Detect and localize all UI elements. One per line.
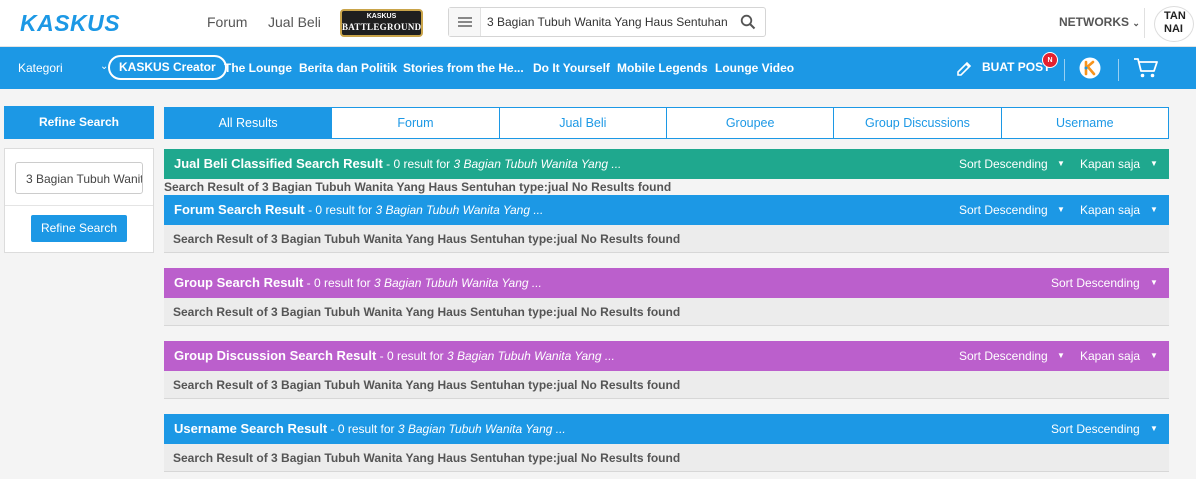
tab-forum[interactable]: Forum bbox=[332, 107, 500, 139]
result-title: Group Search Result - 0 result for 3 Bag… bbox=[174, 275, 542, 290]
result-message: Search Result of 3 Bagian Tubuh Wanita Y… bbox=[173, 378, 681, 392]
username-result-header: Username Search Result - 0 result for 3 … bbox=[164, 414, 1169, 444]
tab-group-discussions[interactable]: Group Discussions bbox=[834, 107, 1002, 139]
caret-down-icon[interactable]: ▼ bbox=[1150, 351, 1158, 360]
top-header: KASKUS Forum Jual Beli KASKUS BATTLEGROU… bbox=[0, 0, 1196, 47]
chevron-down-icon: ⌄ bbox=[1132, 18, 1140, 28]
cart-icon[interactable] bbox=[1133, 57, 1159, 79]
result-message: Search Result of 3 Bagian Tubuh Wanita Y… bbox=[173, 451, 681, 465]
time-filter-dropdown[interactable]: Kapan saja bbox=[1080, 203, 1140, 217]
result-title: Forum Search Result - 0 result for 3 Bag… bbox=[174, 202, 544, 217]
battleground-logo-top: KASKUS bbox=[366, 13, 397, 20]
tab-username[interactable]: Username bbox=[1001, 107, 1169, 139]
result-message: Search Result of 3 Bagian Tubuh Wanita Y… bbox=[173, 232, 681, 246]
group-result-header: Group Search Result - 0 result for 3 Bag… bbox=[164, 268, 1169, 298]
battleground-logo[interactable]: KASKUS BATTLEGROUND bbox=[340, 9, 423, 37]
caret-down-icon[interactable]: ▼ bbox=[1150, 205, 1158, 214]
search-menu-icon[interactable] bbox=[449, 8, 481, 36]
nav-the-lounge[interactable]: The Lounge bbox=[224, 61, 292, 75]
result-title: Username Search Result - 0 result for 3 … bbox=[174, 421, 566, 436]
battleground-logo-bottom: BATTLEGROUND bbox=[342, 22, 422, 32]
search-icon[interactable] bbox=[740, 14, 756, 30]
jual-beli-result-header: Jual Beli Classified Search Result - 0 r… bbox=[164, 149, 1169, 179]
refine-search-button[interactable]: Refine Search bbox=[31, 215, 127, 242]
nav-divider bbox=[1064, 59, 1065, 81]
buat-post-button[interactable]: BUAT POST bbox=[982, 60, 1050, 74]
header-divider bbox=[1144, 8, 1145, 38]
caret-down-icon[interactable]: ▼ bbox=[1150, 159, 1158, 168]
sort-dropdown[interactable]: Sort Descending bbox=[1051, 276, 1140, 290]
refine-search-panel: 3 Bagian Tubuh Wanita Yang Haus Sentuhan… bbox=[4, 148, 154, 253]
nav-berita-politik[interactable]: Berita dan Politik bbox=[299, 61, 397, 75]
avatar-text: TAN NAI bbox=[1164, 10, 1186, 35]
time-filter-dropdown[interactable]: Kapan saja bbox=[1080, 349, 1140, 363]
result-title: Group Discussion Search Result - 0 resul… bbox=[174, 348, 615, 363]
result-title: Jual Beli Classified Search Result - 0 r… bbox=[174, 156, 622, 171]
search-box bbox=[448, 7, 766, 37]
tab-groupee[interactable]: Groupee bbox=[666, 107, 835, 139]
notification-badge: N bbox=[1042, 52, 1058, 68]
nav-do-it-yourself[interactable]: Do It Yourself bbox=[533, 61, 610, 75]
nav-stories[interactable]: Stories from the He... bbox=[403, 61, 524, 75]
sort-dropdown[interactable]: Sort Descending bbox=[1051, 422, 1140, 436]
caret-down-icon[interactable]: ▼ bbox=[1057, 351, 1065, 360]
networks-label: NETWORKS bbox=[1059, 15, 1129, 29]
result-body: Search Result of 3 Bagian Tubuh Wanita Y… bbox=[164, 298, 1169, 326]
nav-lounge-video[interactable]: Lounge Video bbox=[715, 61, 794, 75]
category-navbar: Kategori ⌄ KASKUS Creator The Lounge Ber… bbox=[0, 47, 1196, 89]
networks-menu[interactable]: NETWORKS ⌄ bbox=[1059, 15, 1140, 29]
kaskus-creator-button[interactable]: KASKUS Creator bbox=[108, 55, 227, 80]
refine-search-heading: Refine Search bbox=[4, 106, 154, 139]
nav-mobile-legends[interactable]: Mobile Legends bbox=[617, 61, 708, 75]
caret-down-icon[interactable]: ▼ bbox=[1150, 278, 1158, 287]
caret-down-icon[interactable]: ▼ bbox=[1057, 159, 1065, 168]
result-body: Search Result of 3 Bagian Tubuh Wanita Y… bbox=[164, 225, 1169, 253]
refine-search-input-text: 3 Bagian Tubuh Wanita Yang Haus Sentuhan bbox=[26, 172, 142, 186]
panel-divider bbox=[5, 205, 153, 206]
kaskus-k-icon[interactable] bbox=[1079, 57, 1101, 79]
sort-dropdown[interactable]: Sort Descending bbox=[959, 349, 1048, 363]
nav-divider bbox=[1118, 59, 1119, 81]
result-message: Search Result of 3 Bagian Tubuh Wanita Y… bbox=[173, 305, 681, 319]
search-input[interactable] bbox=[487, 12, 731, 32]
result-body: Search Result of 3 Bagian Tubuh Wanita Y… bbox=[164, 371, 1169, 399]
result-tabs: All Results Forum Jual Beli Groupee Grou… bbox=[164, 107, 1169, 139]
nav-forum[interactable]: Forum bbox=[207, 14, 247, 30]
sort-dropdown[interactable]: Sort Descending bbox=[959, 203, 1048, 217]
caret-down-icon[interactable]: ▼ bbox=[1150, 424, 1158, 433]
group-discussion-result-header: Group Discussion Search Result - 0 resul… bbox=[164, 341, 1169, 371]
kaskus-logo[interactable]: KASKUS bbox=[20, 10, 120, 37]
caret-down-icon[interactable]: ▼ bbox=[1057, 205, 1065, 214]
result-message: Search Result of 3 Bagian Tubuh Wanita Y… bbox=[164, 180, 672, 194]
time-filter-dropdown[interactable]: Kapan saja bbox=[1080, 157, 1140, 171]
tab-all-results[interactable]: All Results bbox=[164, 107, 333, 139]
avatar[interactable]: TAN NAI bbox=[1154, 6, 1194, 42]
forum-result-header: Forum Search Result - 0 result for 3 Bag… bbox=[164, 195, 1169, 225]
nav-jual-beli[interactable]: Jual Beli bbox=[268, 14, 321, 30]
refine-search-input[interactable]: 3 Bagian Tubuh Wanita Yang Haus Sentuhan bbox=[15, 162, 143, 194]
sort-dropdown[interactable]: Sort Descending bbox=[959, 157, 1048, 171]
result-body: Search Result of 3 Bagian Tubuh Wanita Y… bbox=[164, 444, 1169, 472]
kategori-dropdown[interactable]: Kategori bbox=[18, 61, 63, 75]
pencil-icon[interactable] bbox=[955, 58, 973, 76]
tab-jual-beli[interactable]: Jual Beli bbox=[499, 107, 667, 139]
